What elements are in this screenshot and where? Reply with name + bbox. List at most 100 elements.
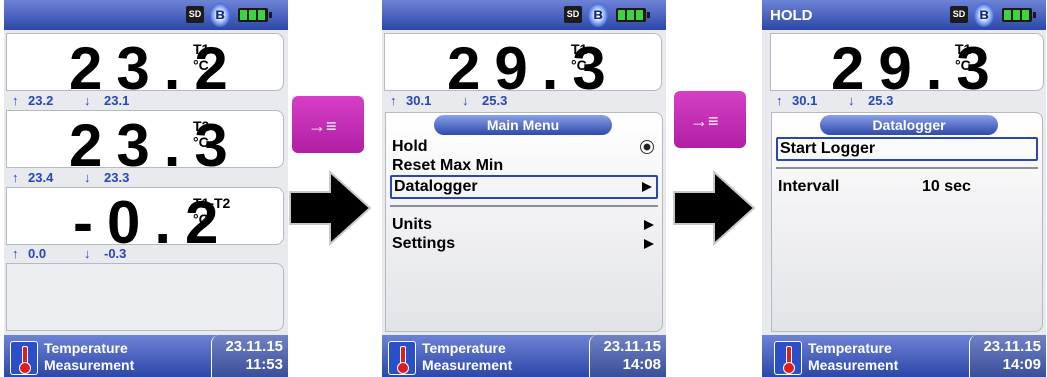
sd-card-icon: SD xyxy=(564,6,582,23)
min-arrow-icon: ↓ xyxy=(84,93,91,108)
datetime: 23.11.15 14:08 xyxy=(603,338,661,373)
reading-value: 23.3 xyxy=(69,112,242,179)
channel-panel: 29.3 T1 °C xyxy=(770,33,1044,99)
channel-name: T1 xyxy=(955,41,972,57)
minmax-row: ↑ 30.1 ↓ 25.3 xyxy=(776,93,1036,109)
sd-card-icon: SD xyxy=(186,6,204,23)
main-menu: Main Menu Hold Reset Max Min Datalogger … xyxy=(385,112,663,332)
submenu-arrow-icon xyxy=(644,220,654,230)
max-arrow-icon: ↑ xyxy=(390,93,397,108)
bottom-bar: Temperature Measurement 23.11.15 14:09 xyxy=(762,335,1046,377)
max-value: 30.1 xyxy=(792,93,818,108)
channel-name: T1 xyxy=(571,41,588,57)
interval-item[interactable]: Intervall 10 sec xyxy=(776,177,1038,197)
screen-main-menu: SD ʙ 29.3 T1 °C ↑ 30.1 ↓ 25.3 Main Menu Ho… xyxy=(382,0,666,377)
min-value: -0.3 xyxy=(104,246,127,261)
channel-name: T1 xyxy=(193,41,210,57)
minmax-row: ↑ 23.2 ↓ 23.1 xyxy=(12,93,282,109)
menu-item-datalogger[interactable]: Datalogger xyxy=(390,175,658,199)
measurement-name: Temperature Measurement xyxy=(808,340,899,373)
battery-icon xyxy=(616,8,650,22)
max-value: 30.1 xyxy=(406,93,432,108)
interval-value: 10 sec xyxy=(922,178,971,195)
menu-key-icon: →≡ xyxy=(690,111,719,131)
channel-name: T2 xyxy=(193,118,210,134)
thermometer-icon xyxy=(10,341,38,375)
channel-unit: °C xyxy=(571,57,587,73)
start-logger-item[interactable]: Start Logger xyxy=(776,137,1038,161)
menu-item-reset-max-min[interactable]: Reset Max Min xyxy=(390,156,658,176)
menu-key-button[interactable]: →≡ xyxy=(674,91,746,148)
channel-unit: °C xyxy=(193,134,209,150)
bluetooth-icon: ʙ xyxy=(210,3,230,27)
menu-separator xyxy=(776,167,1038,169)
thermometer-icon xyxy=(774,341,802,375)
menu-item-label: Datalogger xyxy=(394,178,478,195)
max-arrow-icon: ↑ xyxy=(12,93,19,108)
measurement-name: Temperature Measurement xyxy=(44,340,135,373)
minmax-row: ↑ 30.1 ↓ 25.3 xyxy=(390,93,660,109)
menu-item-settings[interactable]: Settings xyxy=(390,234,658,254)
channel-unit: °C xyxy=(193,57,209,73)
menu-item-label: Hold xyxy=(392,138,428,155)
menu-item-units[interactable]: Units xyxy=(390,215,658,235)
measurement-name: Temperature Measurement xyxy=(422,340,513,373)
thermometer-icon xyxy=(388,341,416,375)
max-value: 0.0 xyxy=(28,246,47,261)
bottom-bar: Temperature Measurement 23.11.15 14:08 xyxy=(382,335,666,377)
max-value: 23.4 xyxy=(28,170,54,185)
bluetooth-icon: ʙ xyxy=(588,3,608,27)
screen-measurement: SD ʙ 23.2 T1 °C ↑ 23.2 ↓ 23.1 23.3 T2 °C ↑… xyxy=(4,0,288,377)
min-value: 25.3 xyxy=(482,93,508,108)
max-arrow-icon: ↑ xyxy=(776,93,783,108)
min-arrow-icon: ↓ xyxy=(462,93,469,108)
radio-icon xyxy=(640,140,654,154)
datetime: 23.11.15 11:53 xyxy=(225,338,283,373)
min-arrow-icon: ↓ xyxy=(84,170,91,185)
reading-value: 23.2 xyxy=(69,35,242,102)
menu-separator xyxy=(390,205,658,207)
minmax-row: ↑ 23.4 ↓ 23.3 xyxy=(12,170,282,186)
screen-datalogger: HOLD SD ʙ 29.3 T1 °C ↑ 30.1 ↓ 25.3 Datalog… xyxy=(762,0,1046,377)
max-arrow-icon: ↑ xyxy=(12,246,19,261)
empty-panel xyxy=(6,263,284,331)
channel-name: T1-T2 xyxy=(193,195,231,211)
menu-key-button[interactable]: →≡ xyxy=(292,96,364,153)
channel-panel-1: 23.2 T1 °C xyxy=(6,33,284,99)
channel-unit: °C xyxy=(955,57,971,73)
channel-panel: 29.3 T1 °C xyxy=(384,33,662,99)
datetime: 23.11.15 14:09 xyxy=(983,338,1041,373)
menu-title: Datalogger xyxy=(820,115,998,135)
sd-card-icon: SD xyxy=(950,6,968,23)
min-value: 23.3 xyxy=(104,170,130,185)
menu-item-label: Settings xyxy=(392,235,456,252)
interval-label: Intervall xyxy=(778,178,840,195)
reading-value: 29.3 xyxy=(831,35,1004,102)
menu-item-hold[interactable]: Hold xyxy=(390,137,658,157)
submenu-arrow-icon xyxy=(644,239,654,249)
right-arrow-icon xyxy=(289,170,372,246)
menu-title: Main Menu xyxy=(434,115,612,135)
channel-unit: °C xyxy=(193,211,209,227)
max-arrow-icon: ↑ xyxy=(12,170,19,185)
status-bar: HOLD SD ʙ xyxy=(762,0,1046,30)
min-value: 25.3 xyxy=(868,93,894,108)
min-arrow-icon: ↓ xyxy=(84,246,91,261)
min-arrow-icon: ↓ xyxy=(848,93,855,108)
bluetooth-icon: ʙ xyxy=(974,3,994,27)
menu-item-label: Units xyxy=(392,216,432,233)
minmax-row: ↑ 0.0 ↓ -0.3 xyxy=(12,246,282,262)
status-bar: SD ʙ xyxy=(382,0,666,30)
hold-indicator: HOLD xyxy=(770,7,813,24)
right-arrow-icon xyxy=(673,170,756,246)
status-bar: SD ʙ xyxy=(4,0,288,30)
reading-value: 29.3 xyxy=(447,35,620,102)
menu-key-icon: →≡ xyxy=(308,116,337,136)
min-value: 23.1 xyxy=(104,93,130,108)
bottom-bar: Temperature Measurement 23.11.15 11:53 xyxy=(4,335,288,377)
channel-panel-3: -0.2 T1-T2 °C xyxy=(6,187,284,253)
max-value: 23.2 xyxy=(28,93,54,108)
menu-item-label: Reset Max Min xyxy=(392,157,504,174)
channel-panel-2: 23.3 T2 °C xyxy=(6,110,284,176)
submenu-arrow-icon xyxy=(642,182,652,192)
